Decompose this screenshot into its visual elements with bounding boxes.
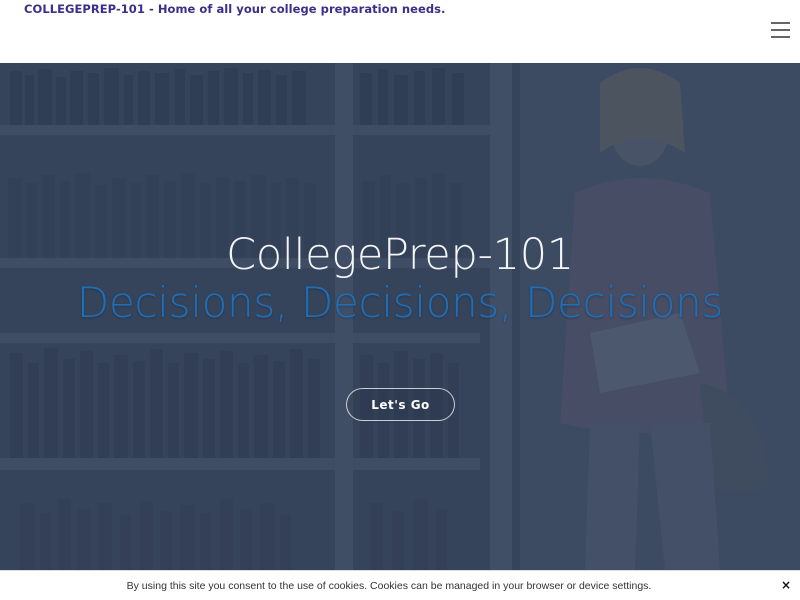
hamburger-menu-icon[interactable] — [771, 21, 790, 38]
cookie-consent-text: By using this site you consent to the us… — [126, 580, 652, 592]
menu-line — [771, 36, 790, 38]
close-icon[interactable]: × — [780, 578, 792, 592]
menu-line — [771, 22, 790, 24]
hero-subtitle: Decisions, Decisions, Decisions — [76, 278, 724, 327]
cookie-consent-bar: By using this site you consent to the us… — [0, 570, 800, 600]
lets-go-button[interactable]: Let's Go — [346, 388, 455, 421]
site-title[interactable]: COLLEGEPREP-101 - Home of all your colle… — [24, 2, 445, 16]
hero-section: CollegePrep-101 Decisions, Decisions, De… — [0, 63, 800, 570]
site-header: COLLEGEPREP-101 - Home of all your colle… — [0, 0, 800, 63]
menu-line — [771, 29, 790, 31]
hero-title: CollegePrep-101 — [226, 230, 574, 280]
